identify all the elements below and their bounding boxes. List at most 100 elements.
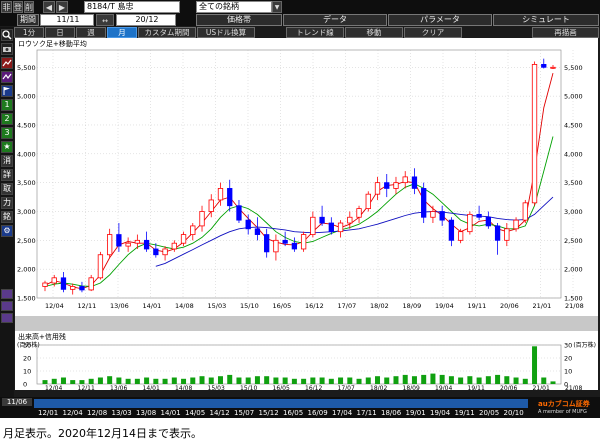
group-dropdown-icon[interactable]: ▼ — [272, 1, 282, 13]
volume-bar — [79, 380, 85, 384]
volume-bar — [504, 376, 510, 384]
volume-bar — [171, 377, 177, 384]
candle-body — [143, 239, 150, 250]
candle-body — [356, 208, 362, 218]
hide-button[interactable]: 非表示 — [1, 1, 12, 36]
panel-purple-icon[interactable] — [1, 289, 13, 299]
param-button[interactable]: パラメータ — [388, 14, 492, 26]
candle-body — [467, 213, 473, 233]
group-select[interactable]: 全ての銘柄 — [196, 1, 272, 13]
moving-average-line — [44, 72, 554, 290]
price-y-tick-label-left: 2,000 — [17, 266, 36, 274]
candle-body — [208, 199, 214, 212]
register-button[interactable]: 登 — [13, 1, 23, 13]
flag-icon[interactable] — [1, 85, 13, 97]
volume-x-tick-label: 16/05 — [273, 385, 290, 390]
price-y-tick-label-right: 5,500 — [564, 64, 583, 72]
redraw-button[interactable]: 再描画 — [532, 27, 599, 38]
volume-x-tick-label: 12/11 — [78, 385, 95, 390]
next-symbol-button[interactable]: ▶ — [56, 1, 68, 13]
volume-bar — [254, 376, 260, 384]
price-y-tick-label-right: 4,000 — [564, 150, 583, 158]
tab-monthly[interactable]: 月 — [107, 27, 137, 38]
timeline-date-label: 19/01 — [405, 409, 426, 417]
candle-body — [97, 254, 104, 279]
volume-chart-panel: 出来高+信用残 (百万株) (百万株) 0 0 10 10 20 20 30 30 12/04 1… — [15, 331, 598, 392]
candle-body — [494, 225, 501, 241]
candle-body — [42, 282, 48, 287]
price-x-tick-label: 13/06 — [110, 302, 129, 310]
price-y-tick-label-left: 1,500 — [17, 295, 36, 303]
data-button[interactable]: データ — [283, 14, 387, 26]
sidebar-item-1[interactable]: 1 — [1, 99, 13, 111]
gear-icon[interactable]: ⚙ — [1, 225, 13, 237]
volume-plot-frame — [36, 344, 562, 385]
period-from-input[interactable]: 11/11 — [40, 14, 94, 26]
volume-x-tick-label: 14/08 — [175, 385, 192, 390]
sidebar-item-power[interactable]: 力 — [1, 197, 13, 209]
symbol-input[interactable]: 8184/T 島忠 — [84, 1, 180, 13]
panel-separator[interactable] — [15, 316, 598, 331]
range-slider[interactable] — [34, 399, 528, 408]
panel-purple2-icon[interactable] — [1, 301, 13, 311]
move-button[interactable]: 移動 — [345, 27, 403, 38]
sidebar-item-2[interactable]: 2 — [1, 113, 13, 125]
sidebar-item-brand[interactable]: 銘 — [1, 211, 13, 223]
volume-bar — [291, 378, 297, 384]
volume-bar — [347, 377, 353, 384]
candle-body — [273, 239, 279, 253]
candle-body — [337, 222, 344, 233]
price-x-tick-label: 12/11 — [78, 302, 97, 310]
volume-y-tick-label-left: 10 — [23, 368, 31, 376]
price-y-tick-label-right: 5,000 — [564, 93, 583, 101]
sidebar-item-erase[interactable]: 消 — [1, 155, 13, 167]
timeline-bar[interactable]: 11/06 12/01 12/04 12/08 13/03 13/08 14/01 14/0… — [0, 397, 600, 418]
price-y-tick-label-left: 4,000 — [17, 150, 36, 158]
candle-body — [245, 219, 251, 230]
chart-purple-icon[interactable] — [1, 71, 13, 83]
tool-sidebar: 1 2 3 ★ 消 詳 取 力 銘 ⚙ — [0, 27, 14, 397]
period-to-input[interactable]: 20/12 — [116, 14, 176, 26]
tab-daily[interactable]: 日 — [45, 27, 75, 38]
volume-bar — [365, 377, 371, 384]
simulate-button[interactable]: シミュレート — [493, 14, 599, 26]
candle-body — [116, 234, 122, 247]
sidebar-item-detail[interactable]: 詳 — [1, 169, 13, 181]
candle-body — [485, 216, 491, 227]
candle-body — [504, 228, 510, 241]
price-y-tick-label-right: 4,500 — [564, 121, 583, 129]
candle-body — [522, 202, 528, 221]
delete-button[interactable]: 削 — [24, 1, 34, 13]
chart-red-icon[interactable] — [1, 57, 13, 69]
volume-bar — [282, 377, 288, 384]
candle-body — [531, 64, 538, 204]
camera-icon[interactable] — [1, 43, 13, 55]
volume-bar — [245, 377, 251, 384]
prev-symbol-button[interactable]: ◀ — [43, 1, 55, 13]
panel-purple3-icon[interactable] — [1, 313, 13, 323]
usd-convert-button[interactable]: USドル換算 — [197, 27, 255, 38]
search-icon[interactable] — [1, 29, 13, 41]
trendline-button[interactable]: トレンド線 — [286, 27, 344, 38]
sidebar-item-3[interactable]: 3 — [1, 127, 13, 139]
volume-x-tick-label: 19/04 — [435, 385, 452, 390]
custom-period-button[interactable]: カスタム期間 — [138, 27, 196, 38]
clear-button[interactable]: クリア — [404, 27, 462, 38]
sidebar-item-trade[interactable]: 取 — [1, 183, 13, 195]
price-y-tick-label-left: 3,500 — [17, 179, 36, 187]
price-x-tick-label: 17/07 — [338, 302, 357, 310]
candle-body — [254, 228, 261, 235]
tab-weekly[interactable]: 週 — [76, 27, 106, 38]
price-mark-button[interactable]: 価格帯 — [196, 14, 282, 26]
candle-body — [365, 193, 371, 210]
volume-bar — [51, 378, 57, 384]
candle-body — [402, 176, 408, 184]
period-arrow-icon[interactable]: ↔ — [96, 14, 114, 26]
volume-bar — [411, 376, 417, 384]
volume-bar — [70, 380, 76, 384]
tab-minute[interactable]: 1分 — [14, 27, 44, 38]
volume-bar — [356, 378, 362, 384]
star-icon[interactable]: ★ — [1, 141, 13, 153]
price-x-tick-label: 12/04 — [45, 302, 64, 310]
candle-body — [227, 188, 233, 207]
